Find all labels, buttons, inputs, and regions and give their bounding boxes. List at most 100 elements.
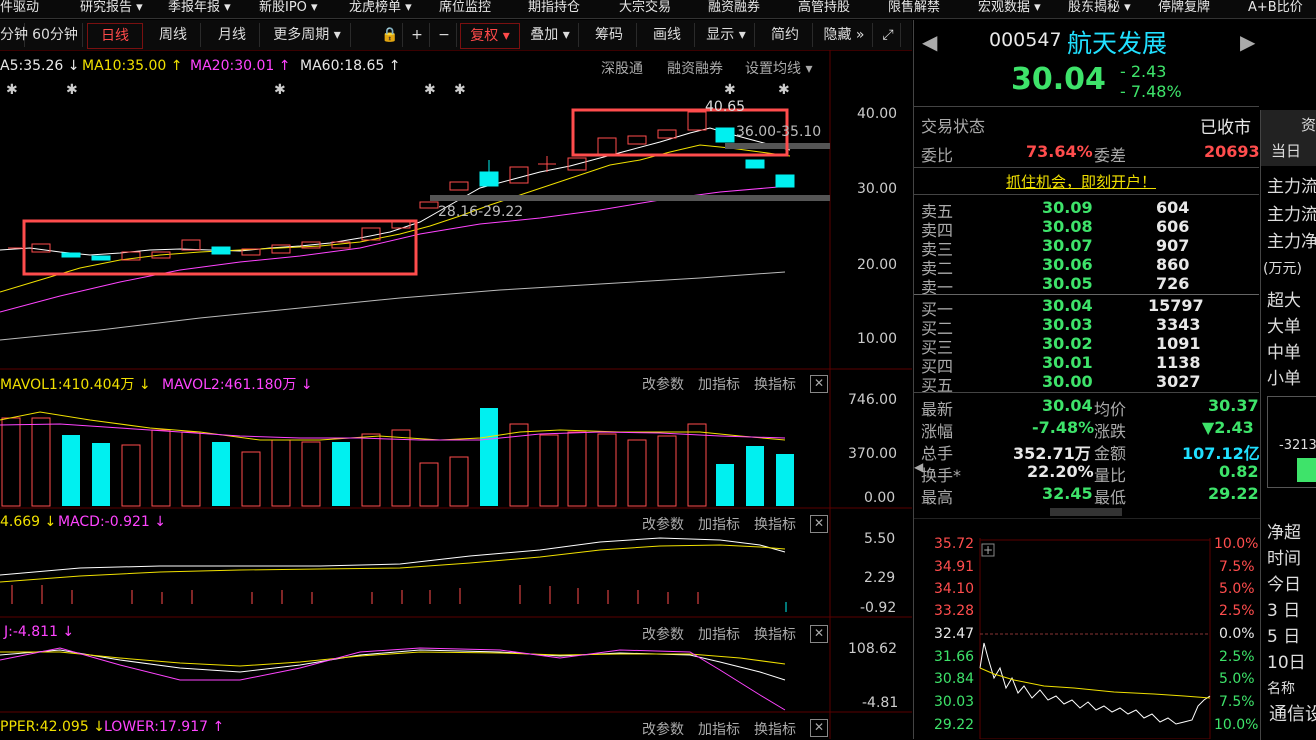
close-icon[interactable]: ✕ bbox=[810, 375, 828, 393]
day-label: 3 日 bbox=[1267, 601, 1301, 621]
add-ind-link[interactable]: 加指标 bbox=[698, 514, 740, 534]
stat-value: -7.48% bbox=[1032, 418, 1095, 437]
flow-label: 主力净 bbox=[1267, 232, 1316, 252]
event-markers: ✱ ✱ ✱ ✱ ✱ ✱ ✱ bbox=[6, 82, 790, 98]
nav-item[interactable]: 宏观数据 ▾ bbox=[978, 0, 1041, 16]
macd-lines bbox=[0, 537, 787, 612]
promo-link[interactable]: 抓住机会，即刻开户！ bbox=[1006, 171, 1156, 192]
wc-value: 20693 bbox=[1204, 142, 1260, 161]
collapse-left-icon[interactable]: ◀ bbox=[914, 460, 923, 474]
param-link[interactable]: 改参数 bbox=[642, 514, 684, 534]
ma20-line bbox=[0, 185, 791, 313]
boll-lower-label: LOWER:17.917 ↑ bbox=[104, 719, 225, 735]
svg-text:✱: ✱ bbox=[454, 82, 466, 98]
fund-tab[interactable]: 资 bbox=[1301, 114, 1316, 135]
collapse-handle[interactable] bbox=[1050, 508, 1122, 516]
volume-bars bbox=[0, 408, 794, 507]
ma5-line bbox=[0, 127, 791, 256]
status-label: 交易状态 bbox=[921, 117, 986, 136]
size-label: 超大 bbox=[1267, 291, 1301, 311]
param-link[interactable]: 改参数 bbox=[642, 624, 684, 644]
stat-label: 最高 bbox=[921, 488, 954, 507]
buy-price: 30.04 bbox=[1042, 296, 1093, 315]
intraday-pct: 5.0% bbox=[1219, 671, 1255, 687]
range-annotation: 36.00-35.10 bbox=[736, 124, 822, 140]
stat-label: 金额 bbox=[1094, 444, 1127, 463]
stat-value: 32.45 bbox=[1042, 484, 1093, 503]
sell-price: 30.09 bbox=[1042, 198, 1093, 217]
close-icon[interactable]: ✕ bbox=[810, 625, 828, 643]
price-tick: 10.00 bbox=[857, 331, 898, 347]
sector-link[interactable]: 通信设 bbox=[1269, 700, 1316, 726]
status-value: 已收市 bbox=[1200, 118, 1251, 138]
sell-vol: 604 bbox=[1156, 198, 1190, 217]
wc-label: 委差 bbox=[1094, 146, 1127, 165]
add-ind-link[interactable]: 加指标 bbox=[698, 624, 740, 644]
ma10-line bbox=[0, 144, 791, 293]
switch-ind-link[interactable]: 换指标 bbox=[754, 624, 796, 644]
switch-ind-link[interactable]: 换指标 bbox=[754, 374, 796, 394]
sell-vol: 907 bbox=[1156, 236, 1190, 255]
close-icon[interactable]: ✕ bbox=[810, 719, 828, 737]
time-label: 时间 bbox=[1267, 549, 1301, 569]
add-ind-link[interactable]: 加指标 bbox=[698, 719, 740, 739]
nav-item[interactable]: 停牌复牌 bbox=[1158, 0, 1210, 16]
stock-code: 000547 bbox=[989, 29, 1062, 51]
stat-label: 总手 bbox=[921, 444, 954, 463]
macd-label: MACD:-0.921 ↓ bbox=[58, 514, 166, 530]
nav-item[interactable]: A+B比价 bbox=[1248, 0, 1303, 16]
prev-stock-icon[interactable]: ◀ bbox=[922, 30, 937, 54]
buy-vol: 3027 bbox=[1156, 372, 1201, 391]
intraday-pct: 10.0% bbox=[1214, 536, 1259, 552]
mavol1-label: MAVOL1:410.404万 ↓ bbox=[0, 377, 151, 393]
stat-value: ▼2.43 bbox=[1202, 418, 1254, 437]
price-change: - 2.43 bbox=[1120, 62, 1167, 81]
intraday-tick: 30.84 bbox=[934, 671, 975, 687]
buy-price: 30.02 bbox=[1042, 334, 1093, 353]
candles bbox=[8, 111, 795, 261]
intraday-tick: 31.66 bbox=[934, 649, 975, 665]
size-label: 大单 bbox=[1267, 317, 1301, 337]
vol-tick: 370.00 bbox=[848, 446, 897, 462]
close-icon[interactable]: ✕ bbox=[810, 515, 828, 533]
intraday-pct: 2.5% bbox=[1219, 603, 1255, 619]
stat-value: 30.37 bbox=[1208, 396, 1259, 415]
buy-vol: 1138 bbox=[1156, 353, 1201, 372]
svg-text:✱: ✱ bbox=[724, 82, 736, 98]
intraday-pct: 0.0% bbox=[1219, 626, 1255, 642]
param-link[interactable]: 改参数 bbox=[642, 719, 684, 739]
chip-band bbox=[430, 195, 830, 201]
stat-label: 均价 bbox=[1094, 400, 1127, 419]
intraday-pct: 10.0% bbox=[1214, 717, 1259, 733]
stat-label: 最低 bbox=[1094, 488, 1127, 507]
nav-item[interactable]: 股东揭秘 ▾ bbox=[1068, 0, 1131, 16]
kdj-j-label: J:-4.811 ↓ bbox=[4, 624, 75, 640]
mavol2-label: MAVOL2:461.180万 ↓ bbox=[162, 377, 313, 393]
kdj-tick: 108.62 bbox=[848, 641, 897, 657]
intraday-tick: 32.47 bbox=[934, 626, 975, 642]
sell-price: 30.08 bbox=[1042, 217, 1093, 236]
svg-text:✱: ✱ bbox=[6, 82, 18, 98]
intraday-tick: 29.22 bbox=[934, 717, 975, 733]
wb-value: 73.64% bbox=[1026, 142, 1093, 161]
add-ind-link[interactable]: 加指标 bbox=[698, 374, 740, 394]
stat-value: 0.82 bbox=[1219, 462, 1259, 481]
switch-ind-link[interactable]: 换指标 bbox=[754, 719, 796, 739]
switch-ind-link[interactable]: 换指标 bbox=[754, 514, 796, 534]
flow-label: 主力流 bbox=[1267, 205, 1316, 225]
next-stock-icon[interactable]: ▶ bbox=[1240, 30, 1255, 54]
intraday-pct: 5.0% bbox=[1219, 581, 1255, 597]
sell-vol: 860 bbox=[1156, 255, 1190, 274]
flow-value: -3213 bbox=[1279, 438, 1316, 453]
range-annotation: 28.16-29.22 bbox=[438, 204, 524, 220]
name-label: 名称 bbox=[1267, 681, 1295, 697]
today-tab[interactable]: 当日 bbox=[1271, 140, 1301, 161]
size-label: 中单 bbox=[1267, 343, 1301, 363]
buy-price: 30.03 bbox=[1042, 315, 1093, 334]
buy-price: 30.01 bbox=[1042, 353, 1093, 372]
stat-label: 最新 bbox=[921, 400, 954, 419]
sell-vol: 606 bbox=[1156, 217, 1190, 236]
price-tick: 30.00 bbox=[857, 181, 898, 197]
param-link[interactable]: 改参数 bbox=[642, 374, 684, 394]
intraday-tick: 30.03 bbox=[934, 694, 975, 710]
